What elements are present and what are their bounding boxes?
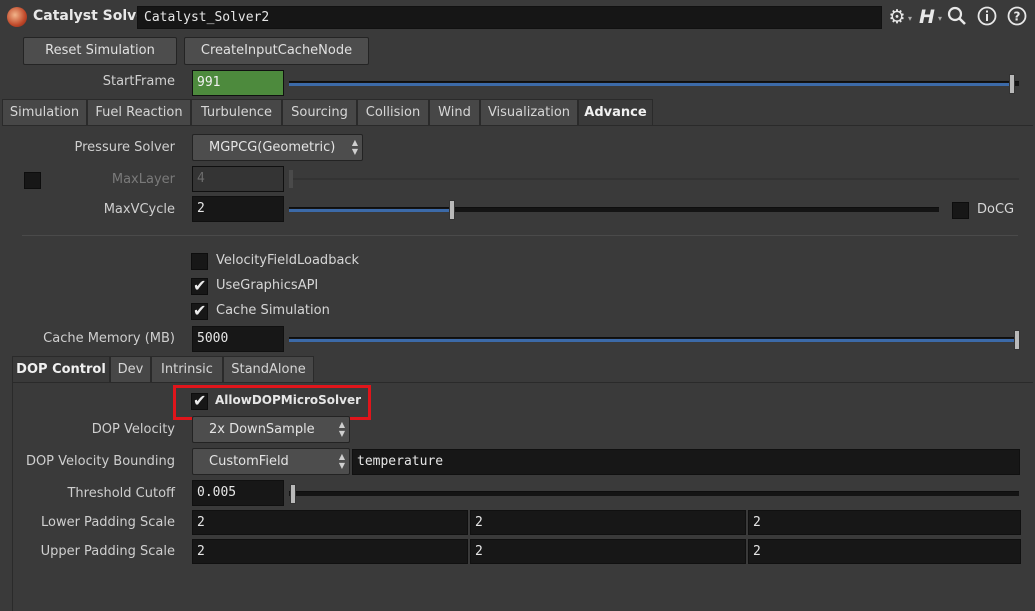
upper-padding-y-field[interactable]: 2 [470,539,746,564]
dop-velocity-label: DOP Velocity [91,422,175,437]
allow-dop-micro-solver-checkbox[interactable]: ✔ [191,391,208,410]
docg-label: DoCG [977,202,1015,217]
slider-fill [289,209,451,212]
slider-handle[interactable] [289,170,293,188]
tab-advance[interactable]: Advance [578,99,653,126]
upper-padding-scale-label: Upper Padding Scale [40,544,175,559]
node-name-input[interactable]: Catalyst_Solver2 [137,6,882,29]
tab-turbulence[interactable]: Turbulence [191,99,282,126]
sub-tab-bar: DOP Control Dev Intrinsic StandAlone [12,356,1033,383]
start-frame-label: StartFrame [102,74,175,89]
tab-intrinsic[interactable]: Intrinsic [151,356,223,383]
max-vcycle-field[interactable]: 2 [192,196,284,222]
max-layer-label: MaxLayer [111,172,175,187]
lower-padding-scale-label: Lower Padding Scale [40,515,175,530]
slider-handle[interactable] [1009,74,1015,94]
node-type-title: Catalyst Solver [33,8,153,24]
slider-handle[interactable] [290,484,296,504]
checkmark-icon: ✔ [193,276,207,295]
checkmark-icon: ✔ [193,391,207,410]
dop-velocity-bounding-label: DOP Velocity Bounding [25,454,175,469]
tab-dev[interactable]: Dev [110,356,151,383]
dop-velocity-value: 2x DownSample [209,422,315,437]
threshold-cutoff-slider[interactable] [289,484,1019,504]
pressure-solver-dropdown[interactable]: MGPCG(Geometric) ▲ ▼ [192,134,363,161]
start-frame-slider[interactable] [289,74,1019,94]
pressure-solver-value: MGPCG(Geometric) [209,140,336,155]
upper-padding-x-field[interactable]: 2 [192,539,468,564]
tab-fuel-reaction[interactable]: Fuel Reaction [87,99,191,126]
max-vcycle-label: MaxVCycle [103,202,175,217]
lower-padding-y-field[interactable]: 2 [470,510,746,535]
updown-arrows-icon: ▲ ▼ [338,420,345,438]
docg-checkbox[interactable] [952,202,969,219]
checkmark-icon: ✔ [193,301,207,320]
slider-handle[interactable] [449,200,455,220]
max-vcycle-slider[interactable] [289,200,939,220]
tab-dop-control[interactable]: DOP Control [12,356,110,383]
allow-dop-micro-solver-label: AllowDOPMicroSolver [215,393,362,407]
max-layer-field[interactable]: 4 [192,166,284,192]
sub-tab-underline [12,382,1033,383]
tab-wind[interactable]: Wind [429,99,480,126]
cache-simulation-label: Cache Simulation [216,303,330,318]
cache-simulation-checkbox[interactable]: ✔ [191,301,208,320]
dop-velocity-bounding-dropdown[interactable]: CustomField ▲ ▼ [192,448,350,475]
pressure-solver-label: Pressure Solver [74,140,176,155]
help-icon[interactable]: ? [1006,6,1028,28]
velocity-field-loadback-label: VelocityFieldLoadback [216,253,360,268]
slider-handle[interactable] [1014,330,1020,350]
upper-padding-z-field[interactable]: 2 [748,539,1021,564]
cache-memory-field[interactable]: 5000 [192,326,284,352]
cache-memory-label: Cache Memory (MB) [43,331,175,346]
dop-velocity-bounding-value: CustomField [209,454,289,469]
lower-padding-x-field[interactable]: 2 [192,510,468,535]
updown-arrows-icon: ▲ ▼ [338,452,345,470]
svg-text:?: ? [1014,10,1021,24]
info-icon[interactable] [976,6,998,28]
parameter-header: Catalyst Solver Catalyst_Solver2 ⚙ ▾ H ▾ ? [0,0,1035,34]
slider-fill [289,339,1015,342]
gear-icon[interactable]: ⚙ ▾ [886,6,912,28]
main-tab-bar: Simulation Fuel Reaction Turbulence Sour… [2,99,1033,126]
velocity-field-loadback-checkbox[interactable] [191,253,208,270]
custom-field-input[interactable]: temperature [352,449,1020,475]
updown-arrows-icon: ▲ ▼ [351,138,358,156]
tab-standalone[interactable]: StandAlone [223,356,314,383]
tab-collision[interactable]: Collision [357,99,429,126]
search-icon[interactable] [946,6,968,28]
tab-simulation[interactable]: Simulation [2,99,87,126]
create-input-cache-node-button[interactable]: CreateInputCacheNode [184,37,369,65]
tab-underline [2,125,1033,126]
threshold-cutoff-label: Threshold Cutoff [67,486,175,501]
catalyst-logo-icon [7,7,27,27]
lower-padding-z-field[interactable]: 2 [748,510,1021,535]
use-graphics-api-checkbox[interactable]: ✔ [191,276,208,295]
cache-memory-slider[interactable] [289,330,1020,350]
dop-velocity-dropdown[interactable]: 2x DownSample ▲ ▼ [192,416,350,443]
slider-fill [289,83,1011,86]
use-graphics-api-label: UseGraphicsAPI [216,278,319,293]
reset-simulation-button[interactable]: Reset Simulation [23,37,177,65]
sub-panel-border [12,383,13,611]
tab-sourcing[interactable]: Sourcing [282,99,357,126]
houdini-help-icon[interactable]: H ▾ [916,6,942,28]
max-layer-slider[interactable] [289,170,1019,188]
tab-visualization[interactable]: Visualization [480,99,578,126]
section-separator [22,235,1018,236]
threshold-cutoff-field[interactable]: 0.005 [192,480,284,506]
start-frame-field[interactable]: 991 [192,70,284,96]
